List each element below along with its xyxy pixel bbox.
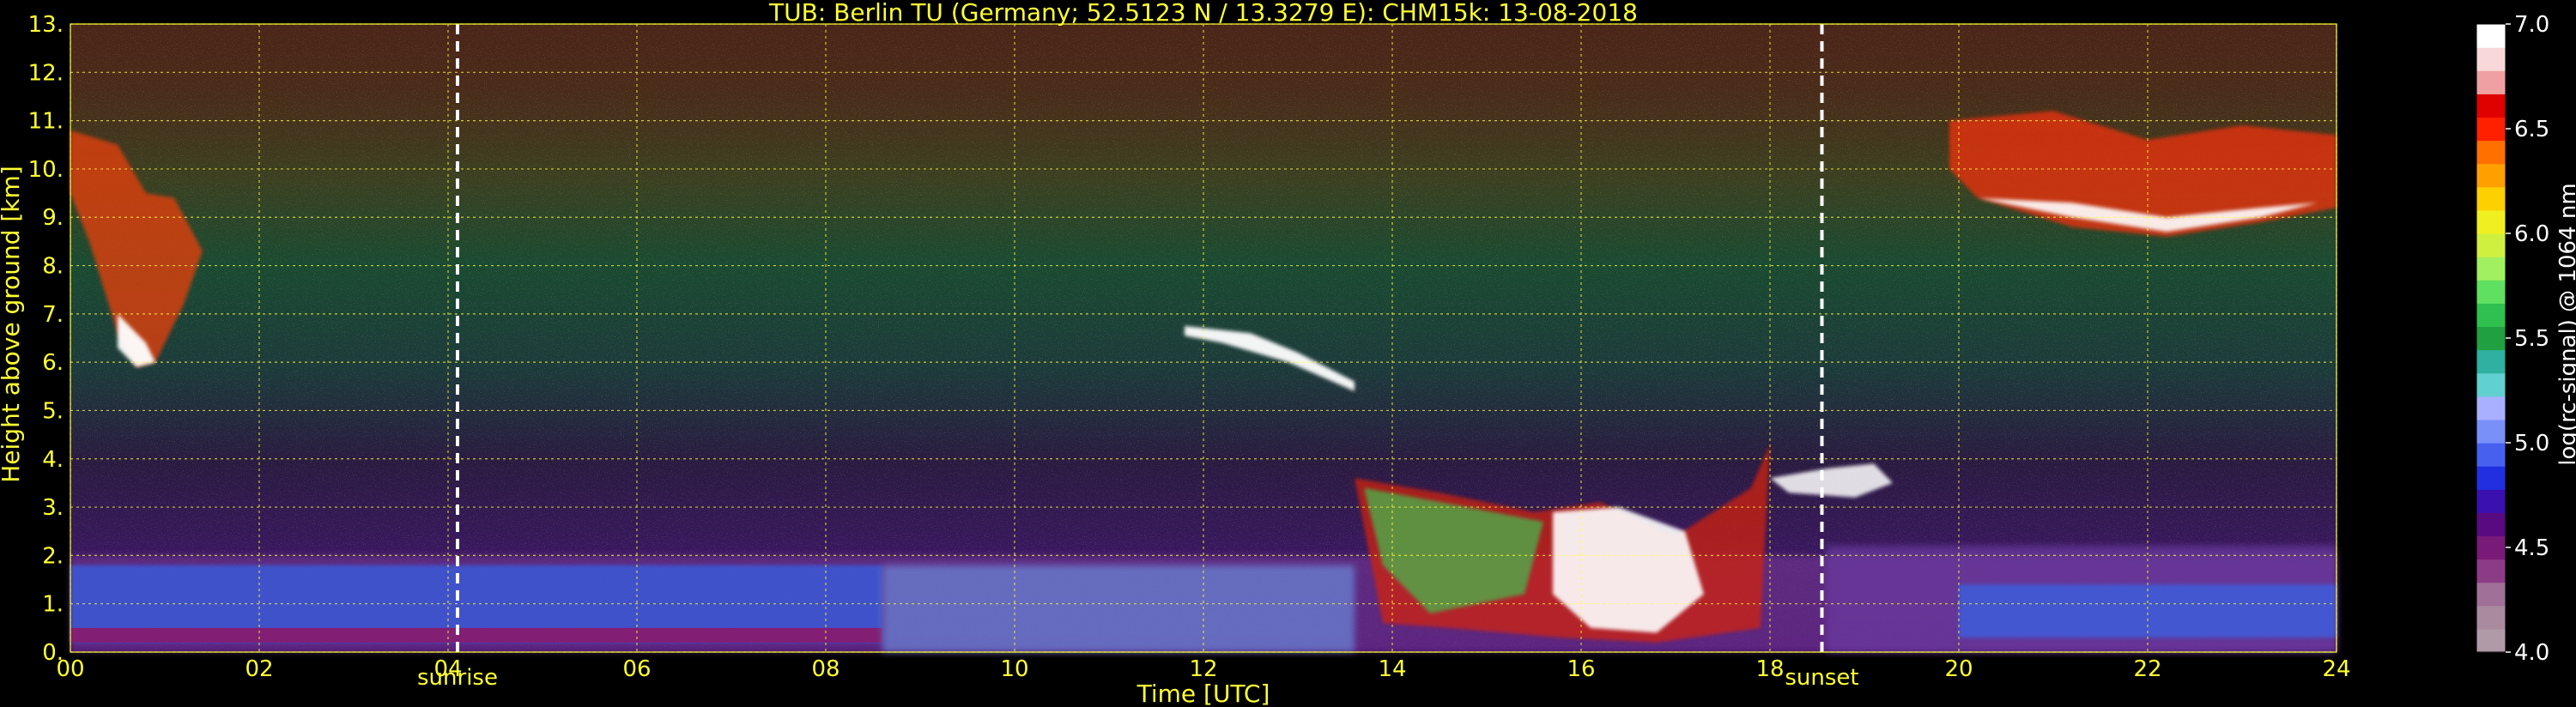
colorbar-segment — [2476, 489, 2506, 513]
x-tick-label: 12 — [1189, 656, 1217, 682]
colorbar-segment — [2476, 94, 2506, 118]
colorbar-segment — [2476, 70, 2506, 94]
y-tick-label: 7. — [42, 302, 64, 328]
x-tick-label: 14 — [1378, 656, 1406, 682]
colorbar-segment — [2476, 349, 2506, 374]
colorbar-segment — [2476, 535, 2506, 560]
x-tick-label: 06 — [622, 656, 651, 682]
y-tick-label: 6. — [42, 350, 64, 376]
colorbar-segment — [2476, 605, 2506, 630]
chart-title: TUB: Berlin TU (Germany; 52.5123 N / 13.… — [768, 0, 1638, 27]
y-tick-label: 13. — [28, 12, 64, 38]
colorbar-segment — [2476, 419, 2506, 444]
colorbar-segment — [2476, 512, 2506, 537]
colorbar-tick-label: 5.5 — [2514, 326, 2549, 352]
colorbar-tick-label: 4.5 — [2514, 535, 2549, 561]
y-tick-label: 3. — [42, 495, 64, 521]
y-axis-label: Height above ground [km] — [0, 166, 25, 483]
colorbar-segment — [2476, 559, 2506, 583]
y-tick-label: 11. — [28, 109, 64, 135]
colorbar-tick-label: 7.0 — [2514, 12, 2549, 38]
colorbar-tick-label: 6.0 — [2514, 221, 2549, 247]
x-tick-label: 22 — [2133, 656, 2161, 682]
x-tick-label: 08 — [811, 656, 839, 682]
colorbar-segment — [2476, 396, 2506, 420]
colorbar-tick-label: 5.0 — [2514, 431, 2549, 456]
boundary-layer — [70, 546, 2337, 652]
marker-label-sunset: sunset — [1785, 665, 1858, 691]
y-tick-label: 8. — [42, 254, 64, 280]
colorbar-segment — [2476, 24, 2506, 48]
colorbar-segment — [2476, 280, 2506, 304]
y-tick-label: 0. — [42, 640, 64, 666]
x-tick-label: 24 — [2322, 656, 2350, 682]
y-tick-label: 10. — [28, 157, 64, 183]
colorbar-segment — [2476, 372, 2506, 397]
colorbar-segment — [2476, 117, 2506, 142]
y-tick-label: 5. — [42, 398, 64, 424]
colorbar-tick-label: 6.5 — [2514, 117, 2549, 142]
y-tick-label: 2. — [42, 543, 64, 569]
colorbar-segment — [2476, 257, 2506, 281]
y-tick-label: 9. — [42, 205, 64, 231]
x-tick-label: 18 — [1755, 656, 1784, 682]
colorbar: 4.0 4.5 5.0 5.5 6.0 6.5 7.0 — [2476, 12, 2549, 666]
bl-evening-blue — [1959, 584, 2337, 638]
colorbar-segment — [2476, 628, 2506, 653]
colorbar-segment — [2476, 163, 2506, 188]
y-tick-label: 1. — [42, 592, 64, 618]
x-tick-label: 04 — [433, 656, 462, 682]
chart: sunrise sunset 00 02 04 06 08 10 12 14 16 18 20 22 24… — [0, 0, 2576, 707]
colorbar-segment — [2476, 466, 2506, 490]
colorbar-segment — [2476, 582, 2506, 607]
colorbar-segment — [2476, 186, 2506, 211]
colorbar-label: log(rc-signal) @ 1064 nm — [2555, 183, 2576, 465]
bl-midday — [882, 565, 1355, 652]
colorbar-segment — [2476, 47, 2506, 71]
colorbar-segment — [2476, 140, 2506, 165]
colorbar-segment — [2476, 443, 2506, 467]
colorbar-segment — [2476, 303, 2506, 328]
colorbar-segment — [2476, 326, 2506, 351]
bl-surface-layer — [70, 627, 882, 643]
x-tick-label: 20 — [1944, 656, 1973, 682]
colorbar-segment — [2476, 209, 2506, 234]
y-tick-label: 12. — [28, 60, 64, 86]
x-tick-label: 02 — [245, 656, 273, 682]
y-tick-label: 4. — [42, 447, 64, 473]
colorbar-tick-label: 4.0 — [2514, 640, 2549, 666]
x-tick-label: 16 — [1567, 656, 1595, 682]
x-axis-label: Time [UTC] — [1136, 680, 1270, 707]
colorbar-segment — [2476, 233, 2506, 257]
x-tick-label: 10 — [1000, 656, 1028, 682]
